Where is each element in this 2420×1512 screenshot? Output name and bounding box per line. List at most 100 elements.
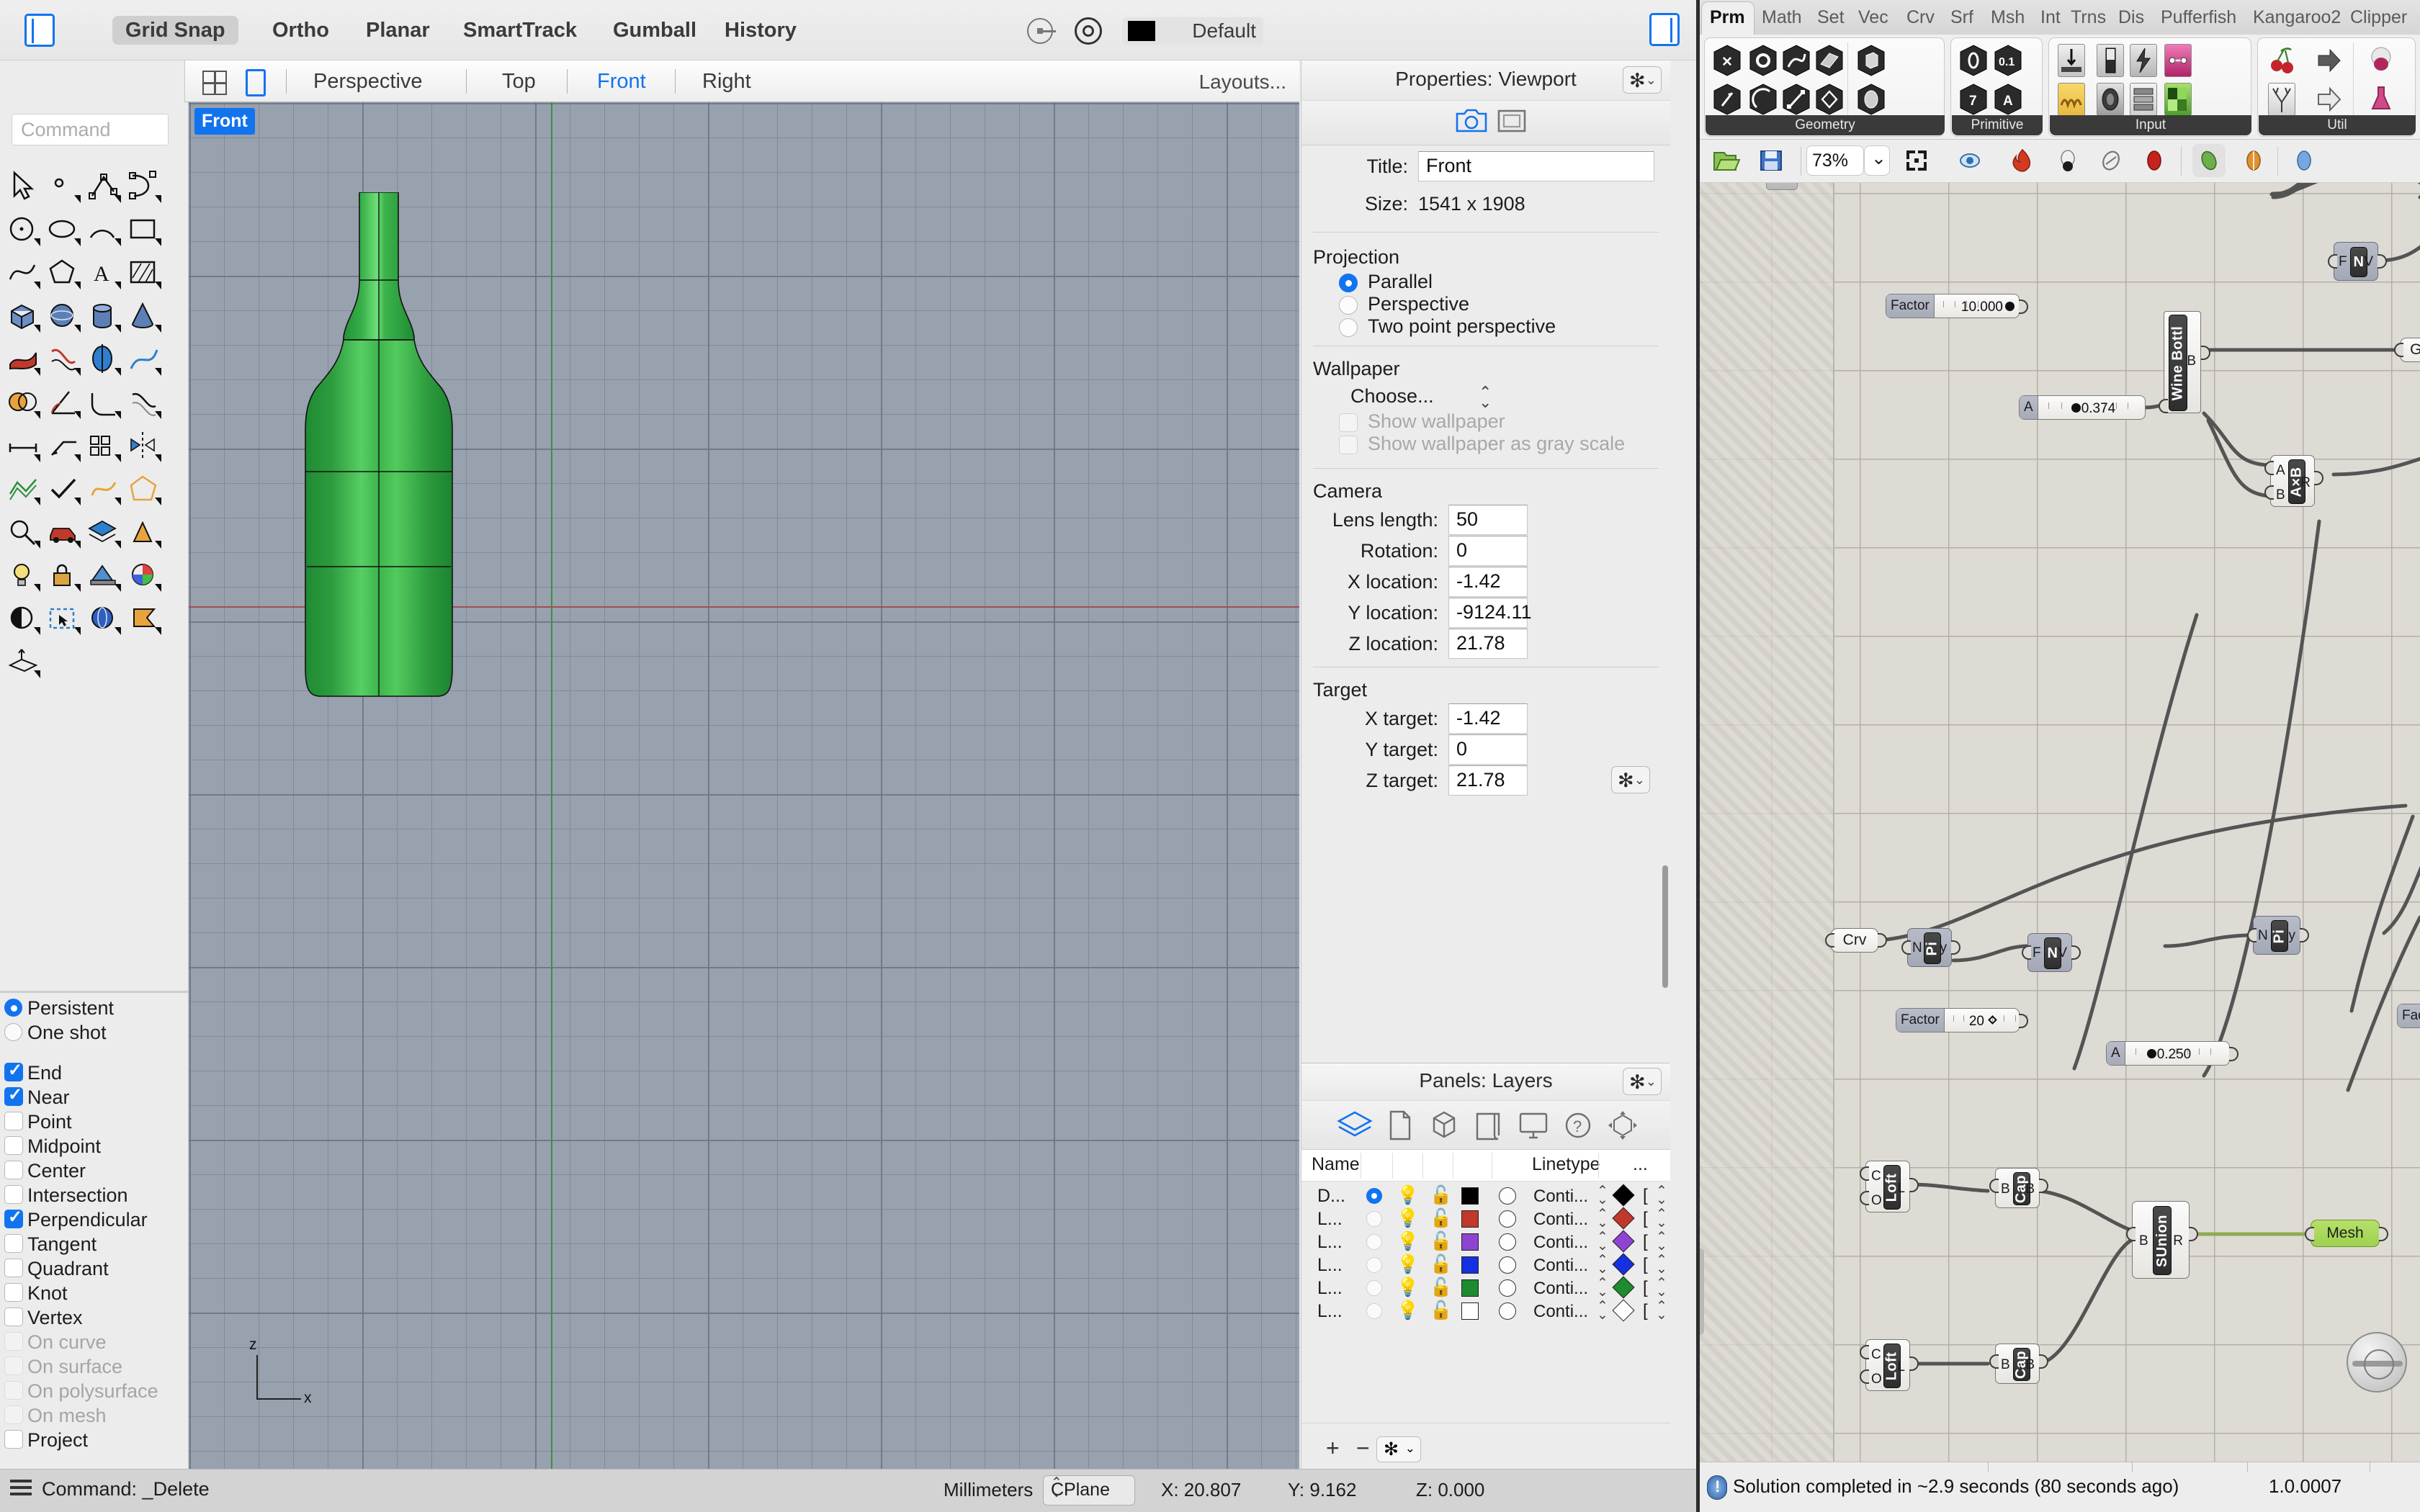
node-input-port[interactable]	[2305, 1227, 2314, 1241]
snap-gumball[interactable]: Gumball	[600, 16, 709, 45]
param-text-icon[interactable]: A	[1993, 83, 2023, 116]
unlock-icon[interactable]: 🔓	[1430, 1254, 1452, 1275]
tab-notes[interactable]	[1470, 1108, 1507, 1143]
slider-knob[interactable]	[2071, 403, 2081, 413]
gh-tab-srf[interactable]: Srf	[1950, 7, 1973, 28]
gh-tab-kangaroo2[interactable]: Kangaroo2	[2253, 7, 2341, 28]
tab-top[interactable]: Top	[502, 70, 536, 94]
canvas-navigation-widget[interactable]	[2347, 1332, 2407, 1392]
layer-print-color-icon[interactable]	[1612, 1276, 1635, 1299]
add-layer-button[interactable]: +	[1326, 1435, 1340, 1462]
boolean-toggle-icon[interactable]	[2097, 44, 2124, 77]
layer-current-radio[interactable]	[1366, 1188, 1382, 1204]
y-location-input[interactable]: -9124.11	[1448, 598, 1532, 628]
gh-tab-trns[interactable]: Trns	[2071, 7, 2106, 28]
pi-node-1[interactable]: N Pi y	[1907, 928, 1952, 967]
bake-icon[interactable]	[2005, 144, 2038, 177]
check-icon[interactable]	[45, 469, 82, 507]
slider-knob[interactable]	[2146, 1049, 2156, 1058]
gradient-icon[interactable]	[2164, 44, 2192, 77]
tab-display[interactable]	[1515, 1108, 1552, 1143]
layer-color-swatch[interactable]	[1461, 1256, 1479, 1274]
ellipse-icon[interactable]	[45, 210, 82, 248]
node-input-port[interactable]	[2159, 399, 2168, 413]
linetype-stepper-icon[interactable]: ⌃ ⌄	[1597, 1277, 1608, 1299]
factor-slider-10[interactable]: Factor 10.000	[1886, 294, 2020, 318]
gh-tab-prm[interactable]: Prm	[1710, 7, 1745, 28]
layer-linetype[interactable]: Conti...	[1533, 1279, 1588, 1299]
cluster-icon[interactable]	[2237, 144, 2270, 177]
viewport-title-input[interactable]: Front	[1418, 151, 1654, 181]
front-viewport[interactable]: Front z x	[189, 102, 1299, 1469]
param-curve-icon[interactable]	[1781, 44, 1811, 77]
grid-array-icon[interactable]	[85, 426, 122, 464]
linetype-stepper-icon[interactable]: ⌃ ⌄	[1597, 1230, 1608, 1253]
zoom-dropdown-caret[interactable]: ⌄	[1864, 145, 1890, 176]
sweep-icon[interactable]	[125, 340, 163, 377]
param-brep-icon[interactable]	[1856, 44, 1886, 77]
print-width-stepper-icon[interactable]: ⌃ ⌄	[1656, 1184, 1667, 1207]
node-input-port[interactable]	[2247, 928, 2257, 942]
layer-print-color-icon[interactable]	[1612, 1230, 1635, 1253]
snap-smarttrack[interactable]: SmartTrack	[450, 16, 590, 45]
properties-scrollbar[interactable]	[1662, 865, 1668, 988]
node-input-port[interactable]	[1989, 1354, 1999, 1369]
sphere-icon[interactable]	[45, 297, 82, 334]
snap-history[interactable]: History	[712, 16, 810, 45]
layer-linetype[interactable]: Conti...	[1533, 1187, 1588, 1207]
preview-toggle-icon[interactable]	[1953, 144, 1986, 177]
single-view-layout-icon[interactable]	[246, 69, 266, 96]
wallpaper-choose-button[interactable]: Choose...	[1350, 385, 1434, 408]
print-width-stepper-icon[interactable]: ⌃ ⌄	[1656, 1277, 1667, 1299]
gh-tab-clipper[interactable]: Clipper	[2350, 7, 2407, 28]
osnap-perpendicular[interactable]: Perpendicular	[4, 1207, 148, 1231]
rectangle-icon[interactable]	[125, 210, 163, 248]
node-input-port[interactable]	[1860, 1369, 1869, 1384]
tab-layers[interactable]	[1336, 1108, 1373, 1143]
layer-color-swatch[interactable]	[1461, 1210, 1479, 1228]
param-number-icon[interactable]: 0.1	[1993, 44, 2023, 77]
light-bulb-icon[interactable]: 💡	[1397, 1254, 1419, 1275]
globe-icon[interactable]	[85, 599, 122, 636]
layer-color-swatch[interactable]	[1461, 1302, 1479, 1320]
command-input[interactable]: Command	[12, 114, 169, 145]
layer-color-swatch[interactable]	[1461, 1187, 1479, 1205]
loft-node-2[interactable]: C O Loft L	[1865, 1339, 1910, 1391]
pi-node-2[interactable]: N Pi y	[2253, 916, 2300, 955]
layer-print-color-icon[interactable]	[1612, 1253, 1635, 1276]
light-bulb-icon[interactable]: 💡	[1397, 1185, 1419, 1206]
number-node-top[interactable]: F N V	[2334, 242, 2378, 281]
slider-icon[interactable]	[2058, 44, 2085, 77]
layer-material-icon[interactable]	[1499, 1210, 1516, 1228]
slider-track[interactable]: 10.000	[1935, 294, 2019, 318]
param-subd-icon[interactable]	[1856, 83, 1886, 116]
table-row[interactable]: L... 💡 🔓 Conti... ⌃ ⌄ [ ⌃ ⌄	[1301, 1276, 1670, 1300]
print-width-stepper-icon[interactable]: ⌃ ⌄	[1656, 1300, 1667, 1322]
unlock-icon[interactable]: 🔓	[1430, 1277, 1452, 1298]
slider-track[interactable]: 20	[1945, 1009, 2028, 1032]
node-input-port[interactable]	[2022, 945, 2031, 960]
layer-color-swatch[interactable]	[1461, 1233, 1479, 1251]
mesh-param-node[interactable]: Mesh	[2311, 1220, 2380, 1247]
polygon-icon[interactable]	[45, 253, 82, 291]
zoom-extents-icon[interactable]	[1900, 144, 1933, 177]
tab-camera-properties[interactable]	[1454, 107, 1489, 138]
osnap-point[interactable]: Point	[4, 1111, 72, 1133]
select-window-icon[interactable]	[45, 599, 82, 636]
revolve-icon[interactable]	[85, 340, 122, 377]
osnap-project[interactable]: Project	[4, 1429, 88, 1452]
light-icon[interactable]	[4, 556, 42, 593]
layer-print-color-icon[interactable]	[1612, 1207, 1635, 1230]
canvas-vertical-scrollbar[interactable]	[1700, 1248, 1704, 1335]
node-input-port[interactable]	[2264, 485, 2274, 500]
table-row[interactable]: L... 💡 🔓 Conti... ⌃ ⌄ [ ⌃ ⌄	[1301, 1207, 1670, 1230]
tab-front[interactable]: Front	[597, 70, 646, 94]
layer-linetype[interactable]: Conti...	[1533, 1210, 1588, 1230]
layer-current-radio[interactable]	[1366, 1211, 1382, 1227]
text-icon[interactable]: A	[85, 253, 122, 291]
osnap-quadrant[interactable]: Quadrant	[4, 1258, 109, 1280]
lens-length-input[interactable]: 50	[1448, 505, 1528, 535]
layer-print-color-icon[interactable]	[1612, 1299, 1635, 1322]
unlock-icon[interactable]: 🔓	[1430, 1208, 1452, 1229]
layer-linetype[interactable]: Conti...	[1533, 1256, 1588, 1276]
